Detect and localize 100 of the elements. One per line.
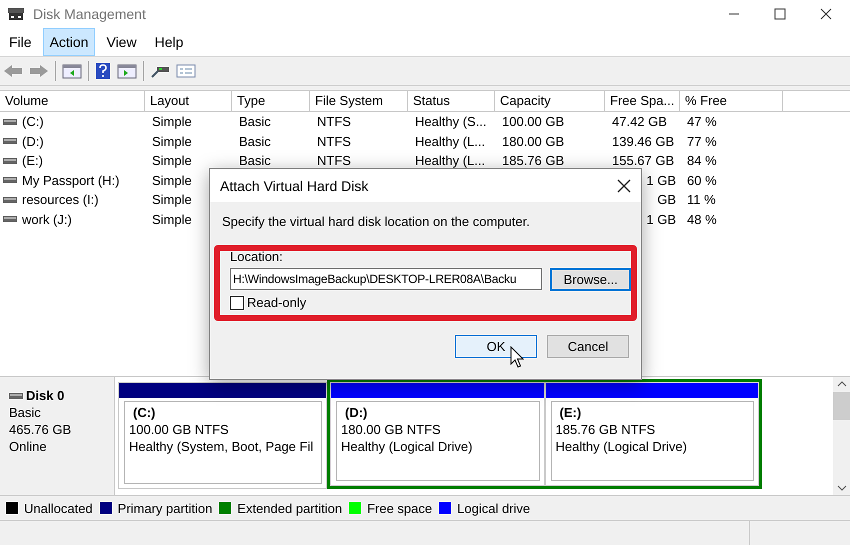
column-header[interactable]: Free Spa... [605,91,680,111]
table-cell: 11 % [687,192,716,208]
table-cell: 1 GB [646,212,676,227]
checkbox[interactable] [230,296,244,310]
column-header[interactable]: Capacity [495,91,605,111]
table-cell: 60 % [687,172,717,188]
table-cell: My Passport (H:) [22,172,120,188]
partition-block[interactable]: (E:) 185.76 GB NTFS Healthy (Logical Drive) [544,382,759,486]
maximize-icon[interactable] [774,8,786,20]
field-label: Location: [230,251,284,264]
menu-item[interactable]: View [99,28,144,56]
legend-label: Primary partition [118,500,212,516]
table-cell: work (J:) [22,212,72,227]
partition-label: (E:) [558,404,582,421]
table-cell: Simple [152,114,192,130]
table-cell: 180.00 GB [502,134,564,149]
help-icon[interactable] [95,62,111,80]
column-header[interactable]: File System [310,91,408,111]
window-title: Disk Management [33,6,146,22]
table-cell: NTFS [317,114,351,130]
menu-item[interactable]: Action [42,28,96,56]
table-cell: 185.76 GB [502,153,564,168]
table-cell: (E:) [22,153,43,168]
drive-icon [3,215,17,224]
partition-status: Healthy (Logical Drive) [341,438,474,455]
extended-partition[interactable]: (D:) 180.00 GB NTFS Healthy (Logical Drive) (E:) 185.76 GB NTFS Healthy (Logical Drive) [327,379,762,489]
partition-block[interactable]: (C:) 100.00 GB NTFS Healthy (System, Boot, Page Fil [118,382,327,489]
disk-name: Disk 0 [26,387,64,404]
partition-size: 185.76 GB NTFS [556,421,656,438]
disk-size: 465.76 GB [9,421,72,438]
table-cell: NTFS [317,134,351,149]
table-cell: GB [657,192,676,208]
scroll-thumb[interactable] [833,392,850,420]
ok-button[interactable]: OK [455,335,537,358]
table-cell: 47.42 GB [612,114,667,130]
close-icon[interactable] [820,8,832,20]
table-cell: Simple [152,212,192,227]
table-cell: NTFS [317,153,351,168]
partition-size: 100.00 GB NTFS [129,421,230,438]
table-cell: 155.67 GB [612,153,674,168]
table-cell: (C:) [22,114,44,130]
drive-icon [3,196,17,204]
table-cell: 84 % [687,153,717,168]
mouse-cursor-icon [510,346,524,368]
table-cell: Simple [152,192,192,208]
table-cell: Simple [152,172,192,188]
scroll-up-icon[interactable] [836,380,846,388]
table-cell: Healthy (S... [415,114,487,130]
column-header[interactable]: Volume [0,91,145,111]
action-pane-icon[interactable] [117,63,137,79]
cancel-button[interactable]: Cancel [547,335,629,358]
menu-item[interactable]: File [2,28,39,56]
legend-label: Free space [367,500,432,516]
column-header[interactable]: % Free [680,91,783,111]
dialog-message: Specify the virtual hard disk location on the computer. [222,214,531,229]
table-cell: Simple [152,153,192,168]
table-cell: Basic [239,134,271,149]
disk-icon [7,7,25,21]
table-cell: resources (I:) [22,192,99,208]
table-cell: 139.46 GB [612,134,674,149]
close-icon[interactable] [617,178,631,192]
scrollbar[interactable] [833,377,850,495]
browse-button[interactable]: Browse... [550,268,631,291]
table-cell: Healthy (L... [415,134,486,149]
drive-icon [3,156,17,165]
table-cell: 77 % [687,134,717,149]
drive-icon [3,137,17,146]
column-header[interactable]: Status [408,91,495,111]
legend-label: Extended partition [237,500,342,516]
dialog-title: Attach Virtual Hard Disk [220,178,368,194]
console-tree-icon[interactable] [62,63,82,79]
partition-label: (C:) [132,404,156,421]
table-cell: (D:) [22,134,44,149]
table-cell: 1 GB [646,172,676,188]
column-header[interactable]: Type [232,91,310,111]
partition-status: Healthy (System, Boot, Page Fil [129,438,314,455]
table-cell: 100.00 GB [502,114,564,130]
legend-label: Unallocated [24,500,93,516]
table-cell: Basic [239,114,271,130]
disk-drive-icon [9,392,23,400]
properties-icon[interactable] [176,63,196,79]
menu-item[interactable]: Help [148,28,190,56]
scroll-down-icon[interactable] [836,484,846,492]
table-cell: Healthy (L... [415,153,486,168]
column-header[interactable]: Layout [145,91,232,111]
drive-icon [3,176,17,184]
partition-size: 180.00 GB NTFS [341,421,442,438]
table-cell: 48 % [687,212,717,227]
partition-label: (D:) [344,404,368,421]
partition-status: Healthy (Logical Drive) [556,438,688,455]
table-cell: Basic [239,153,271,168]
table-cell: 47 % [687,114,717,130]
drive-icon [3,118,17,126]
table-cell: Simple [152,134,192,149]
disk-type: Basic [9,404,42,421]
partition-block[interactable]: (D:) 180.00 GB NTFS Healthy (Logical Drive) [330,382,544,486]
location-field[interactable]: H:\WindowsImageBackup\DESKTOP-LRER08A\Backu [230,268,542,290]
disk-status: Online [9,438,48,455]
checkbox-label: Read-only [247,295,306,310]
legend-label: Logical drive [457,500,530,516]
